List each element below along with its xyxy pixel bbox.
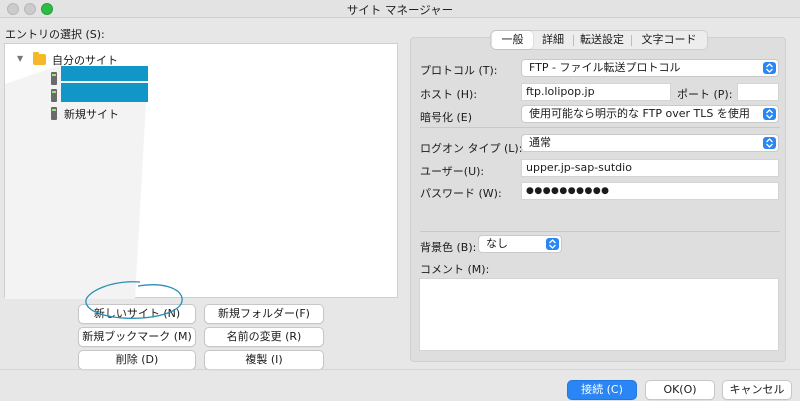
title-bar: サイト マネージャー — [0, 0, 800, 18]
entry-select-label: エントリの選択 (S): — [5, 28, 105, 41]
server-icon — [51, 107, 57, 120]
protocol-select[interactable]: FTP - ファイル転送プロトコル — [521, 59, 779, 77]
logon-type-label: ログオン タイプ (L): — [420, 142, 523, 155]
encryption-select[interactable]: 使用可能なら明示的な FTP over TLS を使用 — [521, 105, 779, 123]
password-label: パスワード (W): — [420, 187, 502, 200]
cancel-button[interactable]: キャンセル — [722, 380, 792, 400]
tree-site-selected[interactable] — [61, 83, 148, 102]
password-input[interactable]: ●●●●●●●●●● — [521, 182, 779, 200]
new-folder-button[interactable]: 新規フォルダー(F) — [204, 304, 324, 324]
tree-site-new[interactable]: 新規サイト — [64, 106, 119, 122]
tab-general[interactable]: 一般 — [492, 31, 533, 49]
logon-type-select[interactable]: 通常 — [521, 134, 779, 152]
host-label: ホスト (H): — [420, 88, 478, 101]
tab-advanced[interactable]: 詳細 — [534, 31, 572, 49]
duplicate-button[interactable]: 複製 (I) — [204, 350, 324, 370]
port-input[interactable] — [737, 83, 779, 101]
site-tree[interactable]: ▼ 自分のサイト 新規サイト — [4, 43, 398, 299]
comment-textarea[interactable] — [419, 278, 779, 351]
rename-button[interactable]: 名前の変更 (R) — [204, 327, 324, 347]
server-icon — [51, 89, 57, 102]
host-input[interactable]: ftp.lolipop.jp — [521, 83, 671, 101]
settings-tabs: 一般 詳細 転送設定 文字コード — [490, 30, 708, 50]
connect-button[interactable]: 接続 (C) — [567, 380, 637, 400]
logon-type-value: 通常 — [529, 136, 551, 149]
divider — [420, 231, 780, 232]
delete-button[interactable]: 削除 (D) — [78, 350, 196, 370]
encryption-value: 使用可能なら明示的な FTP over TLS を使用 — [529, 107, 750, 120]
background-color-label: 背景色 (B): — [420, 241, 477, 254]
window-title: サイト マネージャー — [346, 3, 454, 17]
user-label: ユーザー(U): — [420, 165, 485, 178]
chevron-down-icon[interactable]: ▼ — [17, 54, 23, 63]
encryption-label: 暗号化 (E) — [420, 111, 473, 124]
tab-transfer-settings[interactable]: 転送設定 — [574, 31, 630, 49]
protocol-value: FTP - ファイル転送プロトコル — [529, 61, 681, 74]
annotation-circle — [85, 281, 183, 319]
port-label: ポート (P): — [677, 88, 733, 101]
select-arrows-icon — [763, 108, 776, 120]
user-input[interactable]: upper.jp-sap-sutdio — [521, 159, 779, 177]
comment-label: コメント (M): — [420, 263, 490, 276]
server-icon — [51, 72, 57, 85]
select-arrows-icon — [546, 238, 559, 250]
divider — [420, 127, 780, 128]
footer-divider — [0, 369, 800, 370]
background-color-select[interactable]: なし — [478, 235, 562, 253]
select-arrows-icon — [763, 137, 776, 149]
protocol-label: プロトコル (T): — [420, 64, 498, 77]
background-color-value: なし — [486, 237, 508, 250]
new-bookmark-button[interactable]: 新規ブックマーク (M) — [78, 327, 196, 347]
folder-icon — [33, 52, 46, 65]
tab-charset[interactable]: 文字コード — [632, 31, 706, 49]
select-arrows-icon — [763, 62, 776, 74]
redacted-site-name[interactable] — [61, 66, 148, 81]
ok-button[interactable]: OK(O) — [645, 380, 715, 400]
